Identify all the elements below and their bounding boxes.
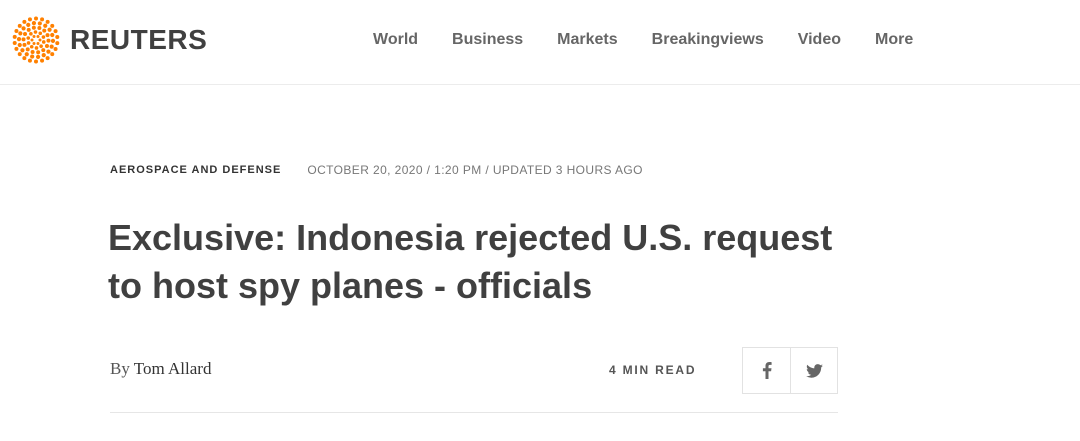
logo-dot [42,28,47,33]
logo-dot [12,34,17,39]
twitter-share-button[interactable] [790,348,837,393]
logo-dot [46,38,51,43]
logo-dot [29,32,33,36]
nav-item-breakingviews[interactable]: Breakingviews [652,30,764,50]
logo-dot [23,32,28,37]
logo-dot [53,29,58,34]
logo-dot [34,46,39,50]
logo-dot [20,48,25,53]
logo-dot [17,52,22,57]
logo-dot [22,19,27,24]
logo-dot [31,21,37,26]
logo-dot [27,17,32,22]
logo-dot [26,36,31,40]
logo-dot [53,46,58,51]
logo-dot [36,35,40,39]
logo-dot [16,37,22,42]
logo-dot [14,46,19,51]
logo-dot [50,32,55,38]
site-header: REUTERS World Business Markets Breakingv… [0,0,1080,85]
nav-item-markets[interactable]: Markets [557,30,617,50]
logo-dot [22,56,27,61]
nav-item-world[interactable]: World [373,30,418,50]
logo-dot [40,17,45,22]
logo-dot [18,31,23,36]
logo-dot [44,43,49,48]
article-meta: AEROSPACE AND DEFENSE OCTOBER 20, 2020 /… [110,163,643,177]
logo-dot [46,49,51,54]
logo-dot [21,37,26,42]
logo-dot [33,30,38,34]
logo-dot [32,41,36,45]
main-nav: World Business Markets Breakingviews Vid… [373,30,947,50]
logo-dot [26,41,31,45]
logo-dot [34,16,39,21]
logo-dot [41,35,46,39]
logo-dot [33,59,38,64]
logo-dot [24,52,29,57]
logo-dot [26,22,31,27]
reuters-logo-icon [12,16,60,64]
logo-dot [12,41,17,46]
logo-dot [37,21,42,26]
divider [110,412,838,413]
logo-dot [38,38,42,42]
read-time: 4 MIN READ [609,363,697,377]
article-headline: Exclusive: Indonesia rejected U.S. reque… [108,217,833,306]
logo-dot [31,25,36,30]
logo-dot [17,42,22,48]
nav-item-video[interactable]: Video [798,30,841,50]
logo-dot [50,23,55,28]
logo-dot [49,44,54,49]
logo-dot [40,58,45,63]
logo-dot [30,38,34,42]
logo-dot [55,34,60,39]
logo-dot [43,23,48,28]
logo-dot [45,56,50,61]
logo-dot [21,26,26,31]
logo-dot [27,58,32,63]
logo-dot [30,50,35,55]
byline-prefix: By [110,359,130,378]
logo-dot [22,42,27,47]
logo-dot [45,19,50,24]
logo-dot [41,53,46,58]
nav-item-more[interactable]: More [875,30,913,50]
logo-dot [45,33,50,38]
logo-dot [32,35,36,39]
facebook-icon [762,362,772,379]
reuters-logo[interactable]: REUTERS [12,16,207,64]
nav-item-business[interactable]: Business [452,30,523,50]
logo-dot [47,27,52,32]
logo-dot [30,54,35,59]
logo-dot [25,47,30,52]
logo-dot [38,31,43,36]
dateline: OCTOBER 20, 2020 / 1:20 PM / UPDATED 3 H… [307,163,643,177]
logo-dot [26,27,31,32]
facebook-share-button[interactable] [743,348,790,393]
logo-dot [36,50,41,55]
logo-dot [14,29,19,34]
logo-text: REUTERS [70,24,208,55]
share-buttons [742,347,838,394]
category-link[interactable]: AEROSPACE AND DEFENSE [110,164,281,176]
twitter-icon [805,363,823,378]
logo-dot [17,23,22,28]
logo-dot [50,38,56,43]
logo-dot [37,25,42,30]
logo-dot [41,48,46,53]
byline: By Tom Allard [110,359,211,379]
logo-dot [55,41,60,46]
logo-dot [41,40,46,44]
logo-dot [50,52,55,57]
author-link[interactable]: Tom Allard [134,359,212,378]
logo-dot [29,44,34,49]
logo-dot [36,41,40,45]
logo-dot [35,54,41,59]
logo-dot [39,44,43,48]
